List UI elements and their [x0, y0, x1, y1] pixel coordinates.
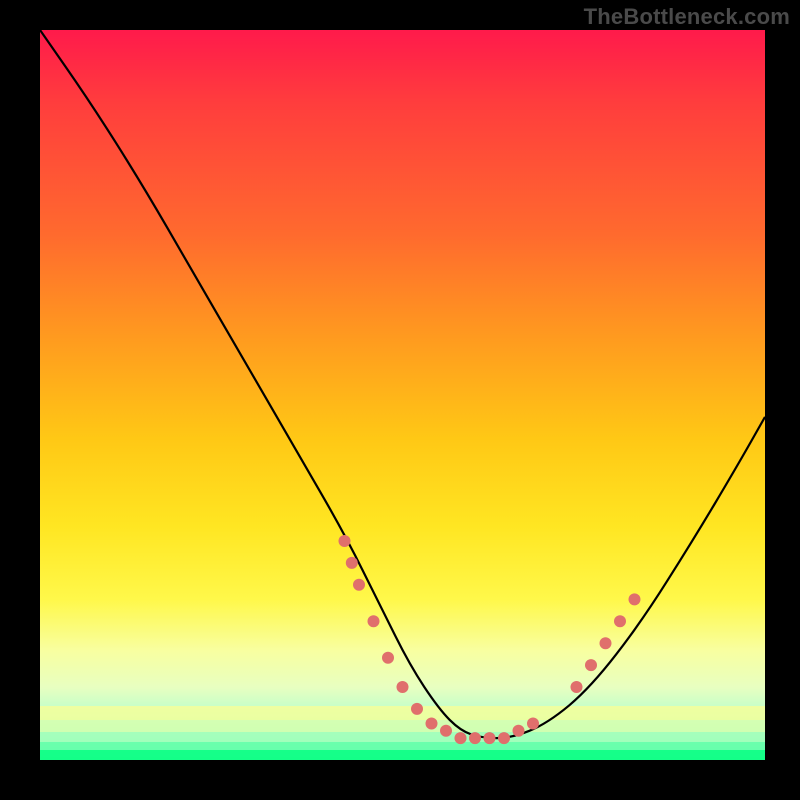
highlight-dot: [455, 732, 467, 744]
highlight-dot: [614, 615, 626, 627]
highlight-dot: [571, 681, 583, 693]
highlight-dot: [469, 732, 481, 744]
highlight-dot: [426, 718, 438, 730]
watermark-label: TheBottleneck.com: [584, 4, 790, 30]
chart-frame: TheBottleneck.com: [0, 0, 800, 800]
highlight-dot: [339, 535, 351, 547]
highlight-dot: [368, 615, 380, 627]
highlight-dot: [527, 718, 539, 730]
highlight-dot: [513, 725, 525, 737]
plot-area: [40, 30, 765, 760]
highlight-dot: [629, 593, 641, 605]
highlight-dot: [498, 732, 510, 744]
highlight-dot: [411, 703, 423, 715]
highlight-dot: [600, 637, 612, 649]
highlight-dots-group: [339, 535, 641, 744]
highlight-dot: [484, 732, 496, 744]
chart-svg: [40, 30, 765, 760]
highlight-dot: [353, 579, 365, 591]
highlight-dot: [397, 681, 409, 693]
highlight-dot: [585, 659, 597, 671]
highlight-dot: [440, 725, 452, 737]
highlight-dot: [382, 652, 394, 664]
bottleneck-curve: [40, 30, 765, 738]
highlight-dot: [346, 557, 358, 569]
